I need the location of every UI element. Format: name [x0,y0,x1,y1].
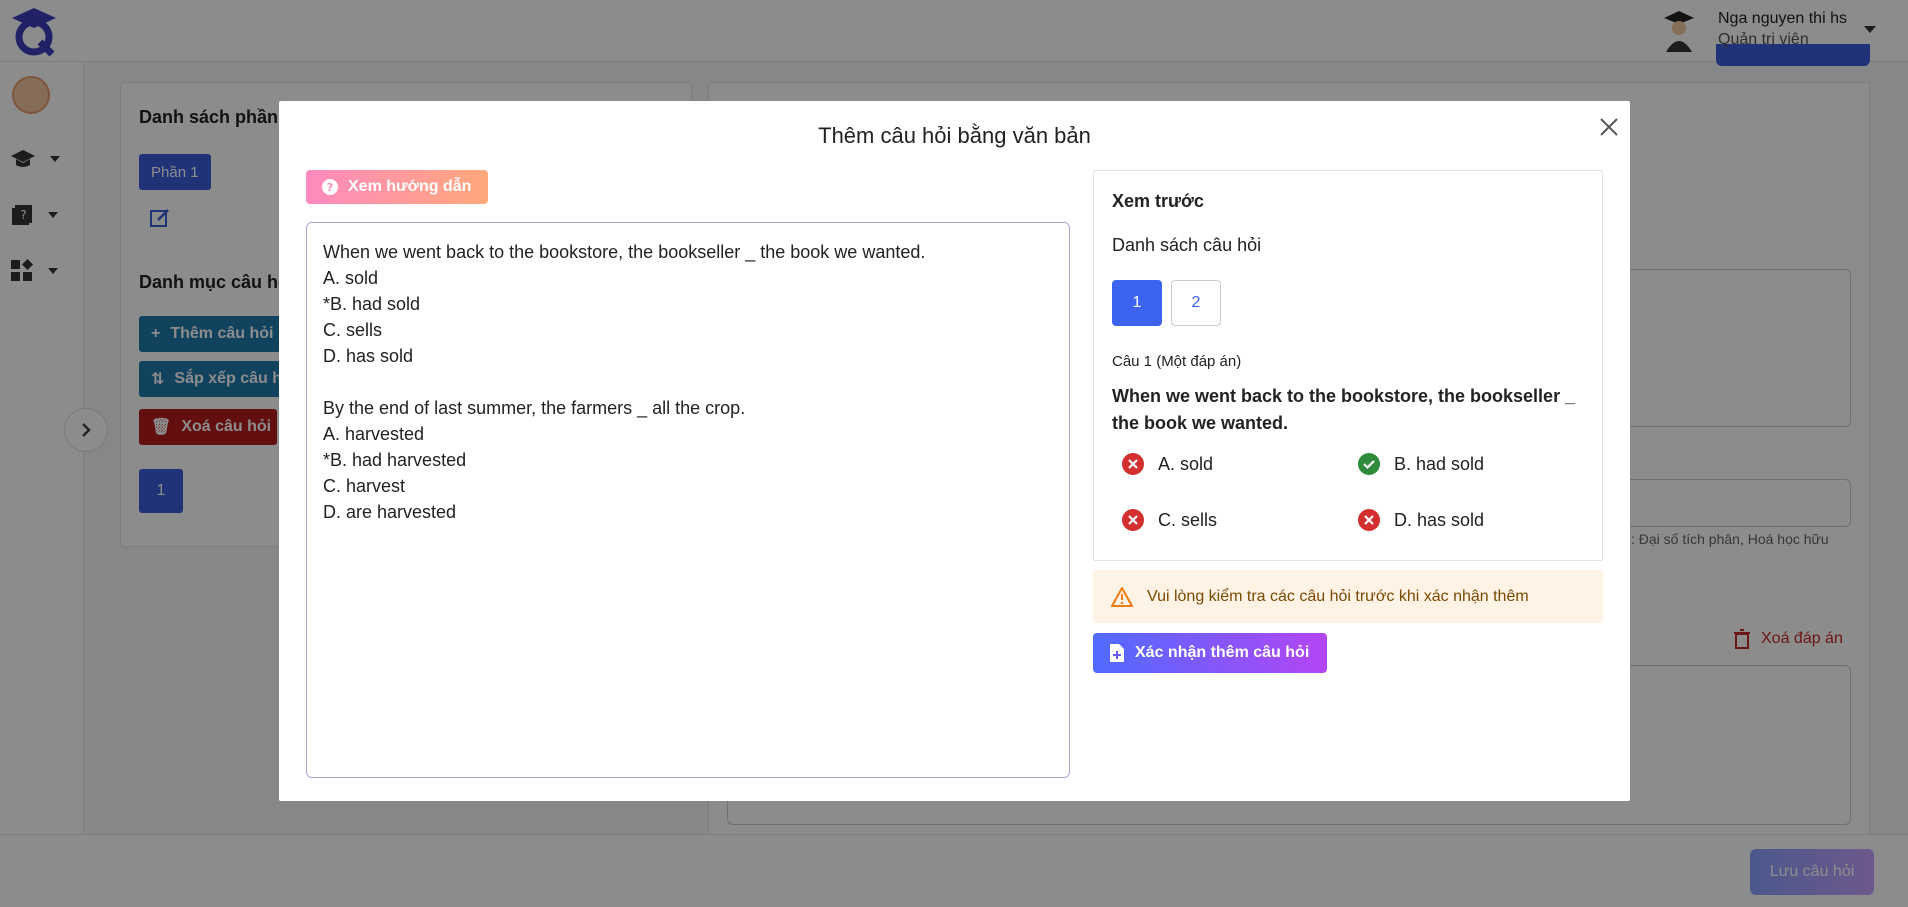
close-icon [1600,118,1618,136]
file-plus-icon [1110,644,1124,662]
warning-icon [1111,586,1133,607]
option-d-label: D. has sold [1394,509,1485,530]
option-d: D. has sold [1358,509,1484,531]
wrong-icon [1358,509,1380,531]
option-c-label: C. sells [1158,509,1218,530]
question-circle-icon: ? [322,179,338,195]
option-b: B. had sold [1358,453,1484,475]
option-a-label: A. sold [1158,453,1214,474]
confirm-add-questions-button[interactable]: Xác nhận thêm câu hỏi [1093,633,1327,673]
modal-title: Thêm câu hỏi bằng văn bản [818,123,1091,148]
preview-page-1[interactable]: 1 [1112,280,1162,326]
question-text-input[interactable]: When we went back to the bookstore, the … [306,222,1070,778]
view-guide-button[interactable]: ? Xem hướng dẫn [306,170,488,204]
wrong-icon [1122,509,1144,531]
view-guide-label: Xem hướng dẫn [348,178,472,195]
warning-banner: Vui lòng kiểm tra các câu hỏi trước khi … [1093,570,1603,623]
confirm-add-label: Xác nhận thêm câu hỏi [1135,644,1310,661]
close-button[interactable] [1595,113,1623,141]
wrong-icon [1122,453,1144,475]
option-a: A. sold [1122,453,1213,475]
option-c: C. sells [1122,509,1217,531]
preview-page-2[interactable]: 2 [1171,280,1221,326]
svg-text:?: ? [327,181,333,194]
preview-panel: Xem trước Danh sách câu hỏi 1 2 Câu 1 (M… [1093,170,1603,561]
warning-text: Vui lòng kiểm tra các câu hỏi trước khi … [1147,587,1529,605]
question-text: When we went back to the bookstore, the … [1112,386,1576,433]
check-icon [1358,453,1380,475]
add-question-text-modal: Thêm câu hỏi bằng văn bản ? Xem hướng dẫ… [279,101,1630,801]
question-label: Câu 1 (Một đáp án) [1112,353,1242,370]
preview-title: Xem trước [1112,191,1204,211]
option-b-label: B. had sold [1394,453,1485,474]
question-list-title: Danh sách câu hỏi [1112,235,1262,255]
